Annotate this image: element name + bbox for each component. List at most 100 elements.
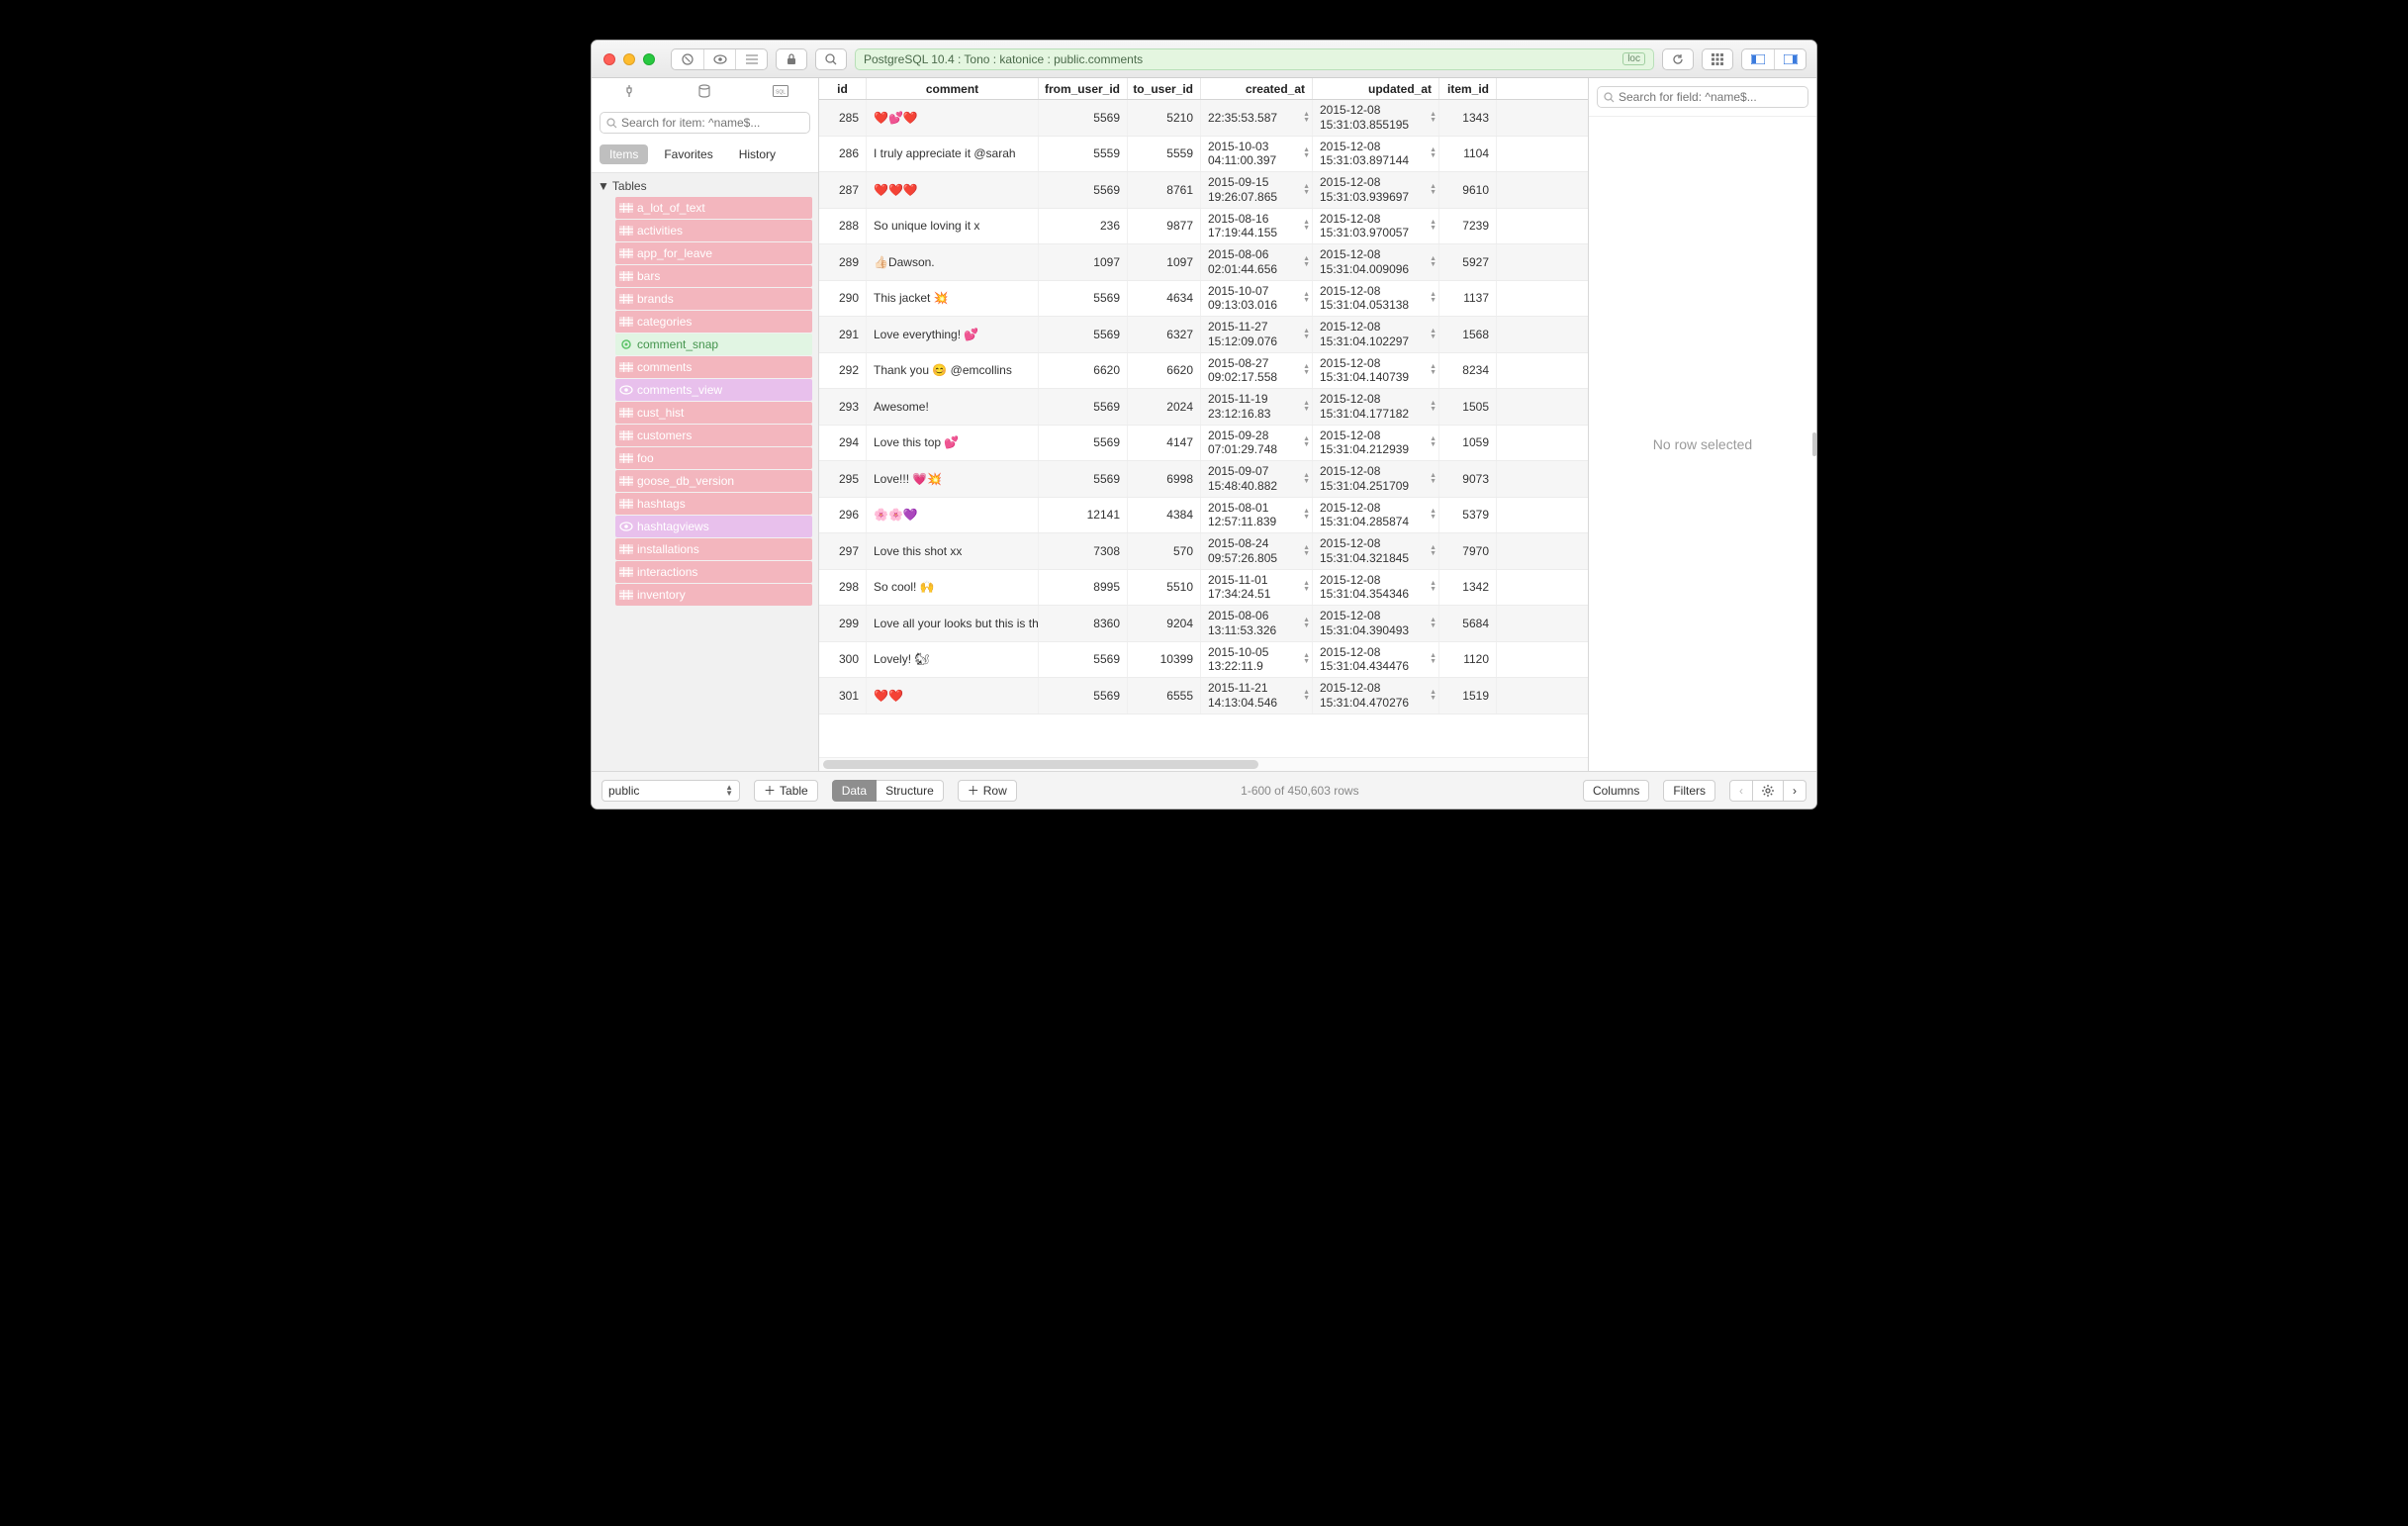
zoom-window-button[interactable] [643,53,655,65]
cell-from[interactable]: 236 [1039,209,1128,244]
horizontal-scrollbar[interactable] [819,757,1588,771]
schema-selector[interactable]: public▲▼ [602,780,740,802]
cell-created[interactable]: 2015-08-1617:19:44.155▲▼ [1201,209,1313,244]
cell-comment[interactable]: This jacket 💥 [867,281,1039,317]
stepper-icon[interactable]: ▲▼ [1303,256,1310,268]
stepper-icon[interactable]: ▲▼ [1303,220,1310,232]
stepper-icon[interactable]: ▲▼ [1430,256,1436,268]
cell-from[interactable]: 5569 [1039,642,1128,678]
cell-comment[interactable]: Awesome! [867,389,1039,425]
cell-comment[interactable]: Thank you 😊 @emcollins [867,353,1039,389]
sidebar-item-customers[interactable]: customers [615,425,812,446]
stepper-icon[interactable]: ▲▼ [1430,473,1436,485]
cell-created[interactable]: 22:35:53.587▲▼ [1201,100,1313,136]
stepper-icon[interactable]: ▲▼ [1430,653,1436,665]
table-row[interactable]: 290This jacket 💥556946342015-10-0709:13:… [819,281,1588,318]
tab-history[interactable]: History [729,144,786,164]
cell-item[interactable]: 1120 [1439,642,1497,678]
cell-updated[interactable]: 2015-12-0815:31:04.212939▲▼ [1313,426,1439,461]
stepper-icon[interactable]: ▲▼ [1303,618,1310,629]
cell-created[interactable]: 2015-09-2807:01:29.748▲▼ [1201,426,1313,461]
back-button[interactable]: ‹ [1729,780,1753,802]
cell-to[interactable]: 6998 [1128,461,1201,497]
sidebar-left-icon[interactable] [1742,49,1774,69]
columns-button[interactable]: Columns [1583,780,1649,802]
cell-comment[interactable]: Love!!! 💗💥 [867,461,1039,497]
grid-header[interactable]: id comment from_user_id to_user_id creat… [819,78,1588,100]
sidebar-item-installations[interactable]: installations [615,538,812,560]
filters-button[interactable]: Filters [1663,780,1715,802]
cell-created[interactable]: 2015-08-2409:57:26.805▲▼ [1201,533,1313,569]
sidebar-item-hashtags[interactable]: hashtags [615,493,812,515]
cell-to[interactable]: 4634 [1128,281,1201,317]
inspector-search-field[interactable] [1619,90,1802,104]
forward-button[interactable]: › [1784,780,1806,802]
cell-item[interactable]: 9073 [1439,461,1497,497]
sidebar-section-tables[interactable]: ▼Tables [592,173,818,197]
eye-icon[interactable] [703,49,735,69]
cell-from[interactable]: 5559 [1039,137,1128,172]
cell-comment[interactable]: Love this top 💕 [867,426,1039,461]
cell-to[interactable]: 9204 [1128,606,1201,641]
cell-id[interactable]: 294 [819,426,867,461]
cell-comment[interactable]: I truly appreciate it @sarah [867,137,1039,172]
cell-comment[interactable]: 👍🏻Dawson. [867,244,1039,280]
table-row[interactable]: 300Lovely! 🐿5569103992015-10-0513:22:11.… [819,642,1588,679]
cell-id[interactable]: 285 [819,100,867,136]
cell-id[interactable]: 299 [819,606,867,641]
table-row[interactable]: 293Awesome!556920242015-11-1923:12:16.83… [819,389,1588,426]
table-row[interactable]: 286I truly appreciate it @sarah555955592… [819,137,1588,173]
cell-from[interactable]: 5569 [1039,100,1128,136]
sidebar-item-interactions[interactable]: interactions [615,561,812,583]
stepper-icon[interactable]: ▲▼ [1303,292,1310,304]
cell-item[interactable]: 1343 [1439,100,1497,136]
cell-item[interactable]: 1342 [1439,570,1497,606]
col-id[interactable]: id [819,78,867,99]
stepper-icon[interactable]: ▲▼ [1303,653,1310,665]
cell-created[interactable]: 2015-08-0602:01:44.656▲▼ [1201,244,1313,280]
table-row[interactable]: 301❤️❤️556965552015-11-2114:13:04.546▲▼2… [819,678,1588,715]
data-tab-button[interactable]: Data [832,780,877,802]
cell-from[interactable]: 5569 [1039,426,1128,461]
close-window-button[interactable] [603,53,615,65]
add-table-button[interactable]: ＋Table [754,780,818,802]
add-row-button[interactable]: ＋Row [958,780,1017,802]
cell-id[interactable]: 295 [819,461,867,497]
cell-to[interactable]: 9877 [1128,209,1201,244]
cell-updated[interactable]: 2015-12-0815:31:04.390493▲▼ [1313,606,1439,641]
stepper-icon[interactable]: ▲▼ [1430,220,1436,232]
stepper-icon[interactable]: ▲▼ [1303,473,1310,485]
cell-from[interactable]: 5569 [1039,389,1128,425]
sidebar-item-goose_db_version[interactable]: goose_db_version [615,470,812,492]
cell-created[interactable]: 2015-11-0117:34:24.51▲▼ [1201,570,1313,606]
stepper-icon[interactable]: ▲▼ [1430,184,1436,196]
cell-created[interactable]: 2015-08-0613:11:53.326▲▼ [1201,606,1313,641]
inspector-search-input[interactable] [1597,86,1808,108]
sidebar-item-cust_hist[interactable]: cust_hist [615,402,812,424]
sql-icon[interactable]: SQL [743,78,818,106]
stepper-icon[interactable]: ▲▼ [1303,112,1310,124]
cell-item[interactable]: 1568 [1439,317,1497,352]
cell-id[interactable]: 290 [819,281,867,317]
tab-items[interactable]: Items [600,144,648,164]
cell-item[interactable]: 1505 [1439,389,1497,425]
cell-id[interactable]: 288 [819,209,867,244]
cell-from[interactable]: 5569 [1039,317,1128,352]
cell-from[interactable]: 5569 [1039,281,1128,317]
table-row[interactable]: 287❤️❤️❤️556987612015-09-1519:26:07.865▲… [819,172,1588,209]
stepper-icon[interactable]: ▲▼ [1303,545,1310,557]
cell-comment[interactable]: Love all your looks but this is the best… [867,606,1039,641]
cell-created[interactable]: 2015-08-2709:02:17.558▲▼ [1201,353,1313,389]
cell-to[interactable]: 1097 [1128,244,1201,280]
cell-id[interactable]: 300 [819,642,867,678]
stepper-icon[interactable]: ▲▼ [1430,112,1436,124]
cell-updated[interactable]: 2015-12-0815:31:04.285874▲▼ [1313,498,1439,533]
cell-comment[interactable]: Lovely! 🐿 [867,642,1039,678]
table-row[interactable]: 289👍🏻Dawson.109710972015-08-0602:01:44.6… [819,244,1588,281]
stepper-icon[interactable]: ▲▼ [1430,618,1436,629]
cell-item[interactable]: 9610 [1439,172,1497,208]
cell-updated[interactable]: 2015-12-0815:31:04.140739▲▼ [1313,353,1439,389]
cell-from[interactable]: 8995 [1039,570,1128,606]
stepper-icon[interactable]: ▲▼ [1430,147,1436,159]
cell-comment[interactable]: Love everything! 💕 [867,317,1039,352]
